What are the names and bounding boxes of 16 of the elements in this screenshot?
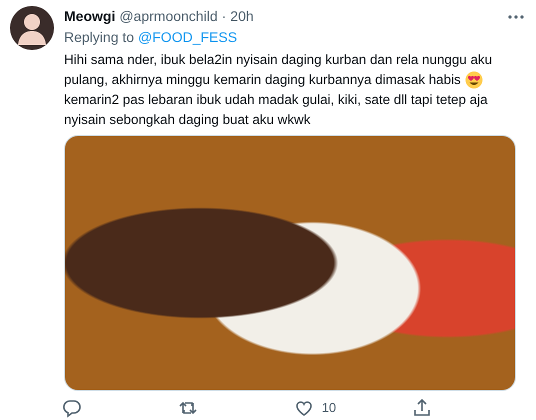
reply-icon [62,398,82,418]
tweet-text: kemarin2 pas lebaran ibuk udah madak gulai, kiki, sate dll tapi tetep aja [64,91,488,109]
replying-label: Replying to [64,28,134,47]
more-icon[interactable] [508,14,524,18]
photo-placeholder[interactable] [64,135,516,391]
display-name[interactable]: Meowgi [64,6,116,27]
separator-dot: · [222,7,226,26]
user-handle[interactable]: @aprmoonchild [119,6,218,27]
like-button[interactable]: 10 [294,398,336,418]
avatar[interactable] [10,6,54,50]
tweet-text: pulang, akhirnya minggu kemarin daging kurbannya dimasak habis [64,71,461,89]
tweet-text: nyisain sebongkah daging buat aku wkwk [64,111,310,129]
share-icon [412,398,432,418]
tweet-time[interactable]: 20h [230,6,254,27]
like-count: 10 [322,399,336,418]
tweet-text: Hihi sama nder, ibuk bela2in nyisain daging kurban dan rela nunggu aku [64,51,492,69]
